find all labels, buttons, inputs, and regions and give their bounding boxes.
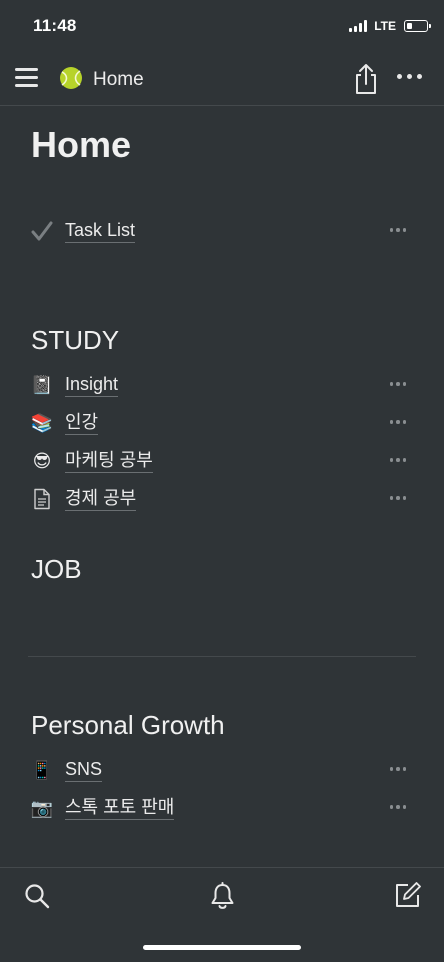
document-icon [34,488,50,510]
list-item-sns[interactable]: 📱 SNS [31,755,411,785]
bottom-toolbar [0,867,444,962]
status-time: 11:48 [33,16,77,35]
section-heading-study: STUDY [31,325,120,355]
tennis-ball-icon [60,67,82,89]
list-item-label: 경제 공부 [65,488,137,511]
list-item-insight[interactable]: 📓 Insight [31,370,411,400]
list-item-task-list[interactable]: Task List [31,216,411,246]
bell-icon[interactable] [209,882,236,910]
page-title: Home [31,124,132,165]
list-item-label: Insight [65,374,119,397]
home-indicator [143,945,301,950]
divider [28,656,416,657]
hamburger-menu-icon[interactable] [15,68,38,88]
list-item-lectures[interactable]: 📚 인강 [31,408,411,438]
list-item-label: 마케팅 공부 [65,450,153,473]
battery-icon [404,20,431,32]
signal-icon [349,20,368,32]
new-page-icon[interactable] [394,882,421,909]
more-options-icon[interactable] [397,74,425,82]
item-more-icon[interactable] [389,228,406,232]
books-icon: 📚 [30,412,54,433]
list-item-label: Task List [65,220,136,243]
notebook-icon: 📓 [30,374,54,395]
status-indicators: LTE [349,19,431,33]
checkmark-icon [31,221,53,241]
section-heading-personal-growth: Personal Growth [31,710,225,740]
item-more-icon[interactable] [389,458,406,462]
status-bar: 11:48 LTE [0,0,444,52]
item-more-icon[interactable] [389,496,406,500]
section-heading-job: JOB [31,554,82,584]
list-item-stock-photo-sales[interactable]: 📷 스톡 포토 판매 [31,793,411,823]
mobile-phone-icon: 📱 [30,759,54,780]
item-more-icon[interactable] [389,805,406,809]
list-item-label: SNS [65,759,103,782]
list-item-label: 스톡 포토 판매 [65,797,175,820]
top-navigation-bar: Home [0,52,444,106]
item-more-icon[interactable] [389,382,406,386]
search-icon[interactable] [24,883,50,909]
list-item-marketing-study[interactable]: 😎 마케팅 공부 [31,446,411,476]
list-item-label: 인강 [65,412,99,435]
camera-icon: 📷 [30,797,54,818]
share-icon[interactable] [352,63,380,95]
list-item-economics-study[interactable]: 경제 공부 [31,484,411,514]
item-more-icon[interactable] [389,420,406,424]
network-type: LTE [374,19,396,33]
page-breadcrumb[interactable]: Home [93,69,144,91]
item-more-icon[interactable] [389,767,406,771]
sunglasses-face-icon: 😎 [32,450,52,471]
